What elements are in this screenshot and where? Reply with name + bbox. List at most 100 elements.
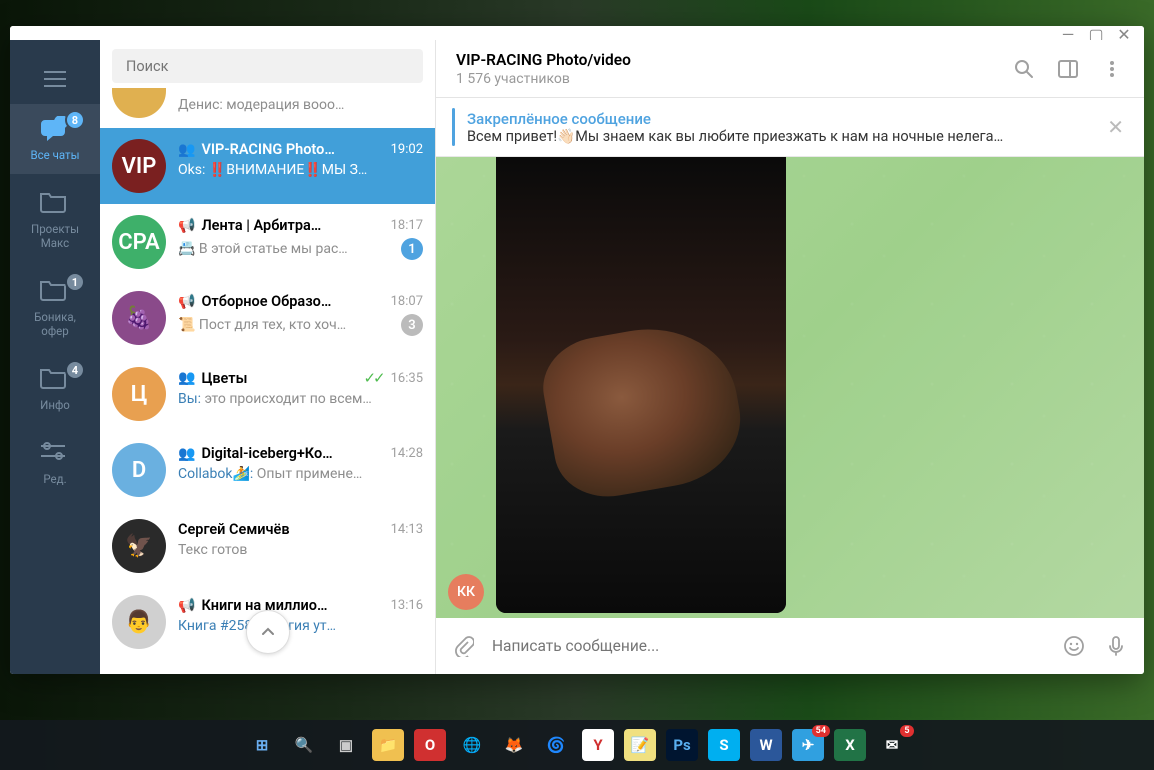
chat-list-panel: Денис: модерация вооо…0 VIP 👥 VIP-RACING P… <box>100 40 436 674</box>
menu-button[interactable] <box>10 58 100 100</box>
chat-time: 19:02 <box>391 142 423 157</box>
taskbar-ps[interactable]: Ps <box>666 729 698 761</box>
avatar: 🍇 <box>112 291 166 345</box>
taskbar-excel[interactable]: X <box>834 729 866 761</box>
pinned-text: Всем привет!👋🏻Мы знаем как вы любите при… <box>467 128 1095 145</box>
search-icon[interactable] <box>1012 57 1036 81</box>
channel-icon: 📢 <box>178 294 195 310</box>
folder-all-chats[interactable]: 8 Все чаты <box>10 104 100 174</box>
close-icon[interactable]: ✕ <box>1107 115 1124 139</box>
taskbar-chrome[interactable]: 🌐 <box>456 729 488 761</box>
chat-preview: Вы: это происходит по всем… <box>178 391 423 407</box>
chat-time: 13:16 <box>391 598 423 613</box>
folder-label: Ред. <box>43 472 66 486</box>
chat-item[interactable]: Денис: модерация вооо…0 <box>100 88 435 128</box>
chat-preview: Oks: ‼️ВНИМАНИЕ‼️МЫ З… <box>178 162 423 178</box>
avatar: CPA <box>112 215 166 269</box>
titlebar: — ▢ ✕ <box>10 26 1144 40</box>
voice-icon[interactable] <box>1104 634 1128 658</box>
more-icon[interactable] <box>1100 57 1124 81</box>
folder-badge: 8 <box>65 110 85 130</box>
folder-bonika[interactable]: 1 Боника, офер <box>10 266 100 350</box>
taskbar-firefox[interactable]: 🦊 <box>498 729 530 761</box>
video-message[interactable] <box>496 157 786 613</box>
chat-item[interactable]: CPA📢 Лента | Арбитра…18:17📇 В этой стать… <box>100 204 435 280</box>
folder-sidebar: 8 Все чаты Проекты Макс 1 Боника, офер 4… <box>10 40 100 674</box>
emoji-icon[interactable] <box>1062 634 1086 658</box>
chat-name: Отборное Образо… <box>201 293 384 310</box>
chat-panel: VIP-RACING Photo/video 1 576 участников … <box>436 40 1144 674</box>
taskbar-explorer[interactable]: 📁 <box>372 729 404 761</box>
chat-time: 14:13 <box>391 522 423 537</box>
close-button[interactable]: ✕ <box>1118 28 1130 40</box>
chat-header-title-area: VIP-RACING Photo/video 1 576 участников <box>456 51 992 87</box>
scroll-up-button[interactable] <box>246 610 290 654</box>
taskbar-yandex[interactable]: Y <box>582 729 614 761</box>
taskbar-badge: 54 <box>812 725 830 737</box>
taskbar-telegram[interactable]: ✈54 <box>792 729 824 761</box>
chat-item[interactable]: D👥 Digital-iceberg+Ко…14:28Collabok🏄: Оп… <box>100 432 435 508</box>
message-input[interactable] <box>492 637 1044 655</box>
search-input[interactable] <box>112 49 423 83</box>
taskbar-notepad[interactable]: 📝 <box>624 729 656 761</box>
sidebar-icon[interactable] <box>1056 57 1080 81</box>
settings-icon <box>39 440 71 468</box>
chat-time: 18:17 <box>391 218 423 233</box>
taskbar-edge[interactable]: 🌀 <box>540 729 572 761</box>
chat-item[interactable]: VIP 👥 VIP-RACING Photo… 19:02 Oks: ‼️ВНИМАН… <box>100 128 435 204</box>
taskbar-skype[interactable]: S <box>708 729 740 761</box>
chat-header[interactable]: VIP-RACING Photo/video 1 576 участников <box>436 40 1144 98</box>
folder-info[interactable]: 4 Инфо <box>10 354 100 424</box>
telegram-window: — ▢ ✕ 8 Все чаты Проекты Макс 1 Боника, … <box>10 26 1144 674</box>
chat-item[interactable]: 🍇📢 Отборное Образо…18:07📜 Пост для тех, … <box>100 280 435 356</box>
sender-avatar[interactable]: КК <box>448 574 484 610</box>
maximize-button[interactable]: ▢ <box>1090 28 1102 40</box>
folder-icon <box>39 190 71 218</box>
taskbar-search[interactable]: 🔍 <box>288 729 320 761</box>
taskbar-start[interactable]: ⊞ <box>246 729 278 761</box>
folder-badge: 1 <box>65 272 85 292</box>
channel-icon: 📢 <box>178 218 195 234</box>
taskbar-mail[interactable]: ✉5 <box>876 729 908 761</box>
channel-icon: 📢 <box>178 598 195 614</box>
taskbar-taskview[interactable]: ▣ <box>330 729 362 761</box>
chat-preview: 📇 В этой статье мы рас… <box>178 241 395 257</box>
chat-name: Сергей Семичёв <box>178 521 385 538</box>
taskbar-opera[interactable]: O <box>414 729 446 761</box>
folder-edit[interactable]: Ред. <box>10 428 100 498</box>
unread-badge: 3 <box>401 314 423 336</box>
folder-label: Инфо <box>40 398 70 412</box>
chat-item[interactable]: Ц 👥 Цветы ✓✓ 16:35 Вы: это происходит по все… <box>100 356 435 432</box>
pinned-title: Закреплённое сообщение <box>467 110 1095 128</box>
chat-name: Книги на миллио… <box>201 597 384 614</box>
chat-name: Цветы <box>201 370 357 387</box>
messages-area[interactable]: КК <box>436 157 1144 618</box>
folder-badge: 4 <box>65 360 85 380</box>
taskbar-badge: 5 <box>900 725 914 737</box>
pinned-message[interactable]: Закреплённое сообщение Всем привет!👋🏻Мы … <box>436 98 1144 157</box>
chat-name: Digital-iceberg+Ко… <box>201 445 384 462</box>
chat-list[interactable]: Денис: модерация вооо…0 VIP 👥 VIP-RACING P… <box>100 88 435 674</box>
group-icon: 👥 <box>178 446 195 462</box>
chat-time: 16:35 <box>391 371 423 386</box>
read-icon: ✓✓ <box>363 369 382 387</box>
folder-label: Проекты Макс <box>31 222 79 250</box>
chat-item[interactable]: 🦅Сергей Семичёв14:13Текс готов <box>100 508 435 584</box>
group-icon: 👥 <box>178 370 195 386</box>
avatar: D <box>112 443 166 497</box>
taskbar[interactable]: ⊞ 🔍 ▣ 📁 O 🌐 🦊 🌀 Y 📝 Ps SW ✈54 X ✉5 <box>0 720 1154 770</box>
avatar: 👨 <box>112 595 166 649</box>
folder-projects[interactable]: Проекты Макс <box>10 178 100 262</box>
attach-icon[interactable] <box>452 635 474 657</box>
avatar: 🦅 <box>112 519 166 573</box>
search-container <box>100 40 435 88</box>
avatar: Ц <box>112 367 166 421</box>
compose-bar <box>436 618 1144 674</box>
minimize-button[interactable]: — <box>1062 28 1074 40</box>
chat-preview: Книга #258 – Магия ут… <box>178 618 423 634</box>
avatar <box>112 88 166 118</box>
group-icon: 👥 <box>178 142 195 158</box>
avatar: VIP <box>112 139 166 193</box>
taskbar-word[interactable]: W <box>750 729 782 761</box>
chat-name: VIP-RACING Photo… <box>201 141 384 158</box>
